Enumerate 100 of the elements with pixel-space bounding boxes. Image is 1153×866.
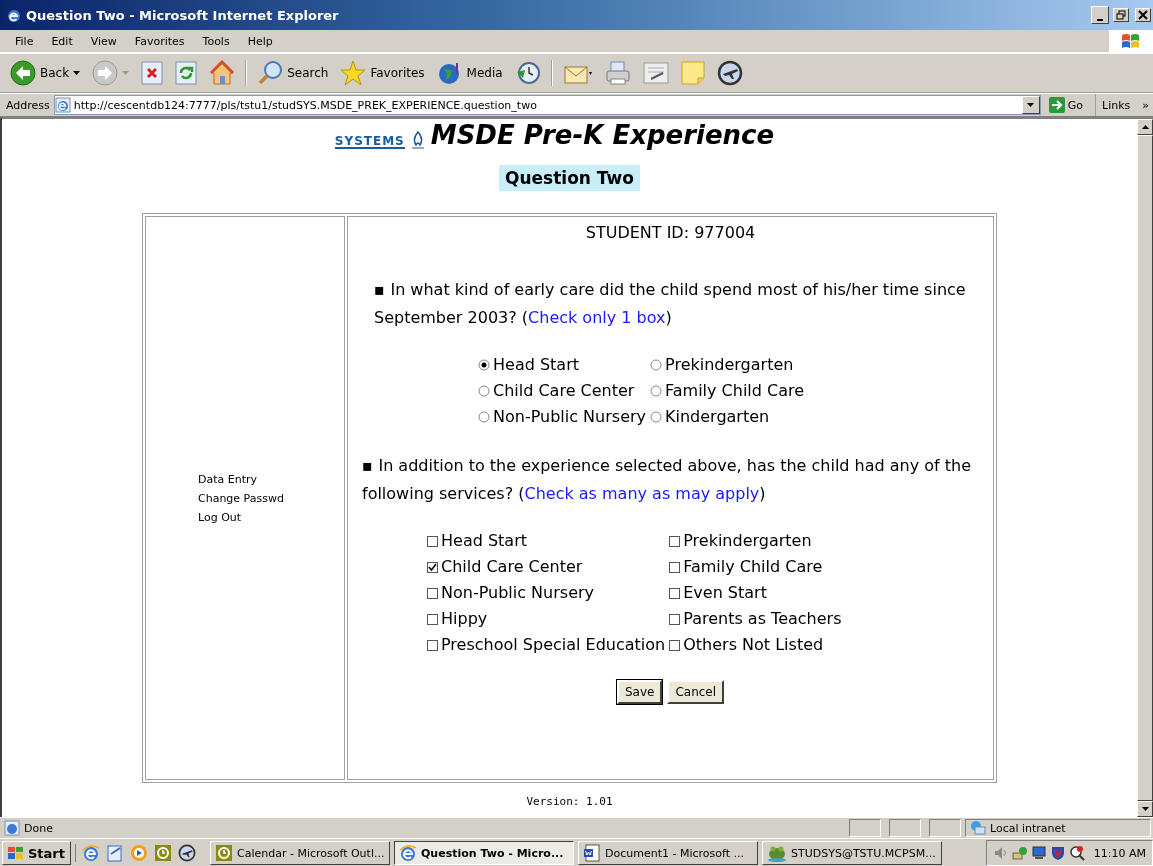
option-label[interactable]: Child Care Center: [493, 378, 635, 404]
flame-logo-icon: [410, 131, 425, 149]
status-pane: [889, 819, 921, 837]
option-label[interactable]: Non-Public Nursery: [493, 404, 647, 430]
go-button[interactable]: Go: [1044, 97, 1091, 113]
dropdown-arrow-icon[interactable]: [1027, 103, 1035, 107]
address-field[interactable]: http://cescentdb124:7777/pls/tstu1/studSYS.MSDE_PREK_EXPERIENCE.question_two: [53, 95, 1041, 115]
shield-icon[interactable]: [1049, 845, 1066, 861]
checkbox-icon[interactable]: [427, 535, 438, 547]
checkbox-icon[interactable]: [669, 561, 681, 573]
taskbar-button[interactable]: STUDSYS@TSTU.MCPSM...: [762, 841, 942, 865]
student-id: STUDENT ID: 977004: [584, 223, 757, 242]
option-label[interactable]: Non-Public Nursery: [441, 580, 595, 606]
stop-button[interactable]: [139, 59, 166, 87]
checkbox-icon[interactable]: [669, 587, 681, 599]
option-label[interactable]: Head Start: [441, 528, 527, 554]
search-button[interactable]: Search: [255, 58, 331, 88]
option-label[interactable]: Prekindergarten: [665, 352, 794, 378]
word-document-icon: [583, 844, 601, 862]
clock-tile-icon: [215, 844, 233, 862]
checkbox-icon[interactable]: [427, 639, 438, 651]
favorites-button[interactable]: Favorites: [338, 58, 427, 88]
radio-selected-icon[interactable]: [478, 359, 490, 371]
down-arrow-icon[interactable]: [1141, 807, 1149, 811]
clock-text: 11:10 AM: [1093, 846, 1146, 860]
media-button[interactable]: Media: [434, 58, 505, 88]
page-subheading: Question Two: [499, 165, 640, 191]
option-label[interactable]: Child Care Center: [441, 554, 583, 580]
nav-link[interactable]: Change Passwd: [198, 488, 284, 508]
dropdown-arrow-icon: [122, 71, 130, 75]
monitor-icon[interactable]: [1030, 845, 1047, 861]
forward-button[interactable]: [90, 58, 132, 88]
taskbar-button[interactable]: Document1 - Microsoft ...: [578, 841, 758, 865]
frog-icon: [767, 844, 787, 862]
checkbox-checked-icon[interactable]: [427, 561, 438, 573]
links-button[interactable]: Links: [1102, 98, 1131, 112]
option-label[interactable]: Head Start: [493, 352, 579, 378]
search-icon: [257, 60, 284, 86]
close-button[interactable]: [1135, 8, 1151, 22]
instruction-link[interactable]: Check as many as may apply: [524, 484, 760, 503]
chevron-button[interactable]: »: [1142, 98, 1149, 112]
windows-flag-icon: [1120, 31, 1142, 51]
browser-e-icon[interactable]: [82, 844, 100, 862]
option-label[interactable]: Others Not Listed: [683, 632, 824, 658]
restore-button[interactable]: [1113, 8, 1129, 22]
checkbox-icon[interactable]: [669, 535, 681, 547]
option-label[interactable]: Hippy: [441, 606, 488, 632]
menu-item[interactable]: Edit: [42, 34, 82, 48]
menu-item[interactable]: Favorites: [125, 34, 194, 48]
nav-link[interactable]: Log Out: [198, 507, 242, 527]
option-label[interactable]: Even Start: [683, 580, 767, 606]
menu-item[interactable]: Tools: [193, 34, 239, 48]
airplane-icon[interactable]: [178, 844, 196, 862]
checkbox-icon[interactable]: [427, 613, 438, 625]
scrollbar[interactable]: [1137, 119, 1153, 817]
airplane-icon: [716, 60, 743, 86]
magnifier-alert-icon[interactable]: [1068, 845, 1085, 861]
clock-tile-icon[interactable]: [154, 844, 172, 862]
edit-button[interactable]: [640, 59, 671, 87]
refresh-button[interactable]: [173, 59, 200, 87]
status-pane: [849, 819, 881, 837]
minimize-icon: [1097, 19, 1103, 21]
taskbar-button[interactable]: Calendar - Microsoft Outl...: [210, 841, 390, 865]
stop-icon: [141, 61, 164, 85]
browser-e-icon: [399, 844, 417, 862]
radio-icon[interactable]: [478, 411, 490, 423]
save-button[interactable]: Save: [616, 680, 663, 704]
status-pane: [929, 819, 961, 837]
radio-icon[interactable]: [650, 359, 663, 371]
taskbar-button[interactable]: Question Two - Micro...: [394, 841, 574, 865]
pencil-page-icon: [642, 61, 669, 85]
back-button[interactable]: Back: [8, 58, 83, 88]
instruction-link[interactable]: Check only 1 box: [528, 308, 666, 327]
checkbox-icon[interactable]: [669, 613, 681, 625]
menu-item[interactable]: View: [81, 34, 126, 48]
refresh-icon: [175, 61, 198, 85]
up-arrow-icon[interactable]: [1141, 125, 1149, 129]
checkbox-icon[interactable]: [669, 639, 681, 651]
radio-icon[interactable]: [478, 385, 490, 397]
nav-link[interactable]: Data Entry: [198, 469, 258, 489]
option-label[interactable]: Family Child Care: [683, 554, 823, 580]
cancel-button[interactable]: Cancel: [667, 680, 725, 704]
version-text: Version: 1.01: [526, 795, 613, 808]
play-disc-icon[interactable]: [130, 844, 148, 862]
radio-icon[interactable]: [650, 411, 663, 423]
note-icon: [680, 61, 705, 85]
restore-icon: [1116, 10, 1126, 20]
option-label[interactable]: Preschool Special Education: [441, 632, 666, 658]
close-icon: [1138, 10, 1148, 20]
option-label[interactable]: Parents as Teachers: [683, 606, 842, 632]
status-text: Done: [24, 821, 54, 835]
radio-icon[interactable]: [650, 385, 663, 397]
option-label[interactable]: Family Child Care: [665, 378, 805, 404]
menu-item[interactable]: File: [6, 34, 43, 48]
minimize-button[interactable]: [1091, 6, 1109, 24]
option-label[interactable]: Kindergarten: [665, 404, 770, 430]
start-button[interactable]: Start: [2, 841, 71, 865]
checkbox-icon[interactable]: [427, 587, 438, 599]
option-label[interactable]: Prekindergarten: [683, 528, 812, 554]
menu-item[interactable]: Help: [238, 34, 282, 48]
